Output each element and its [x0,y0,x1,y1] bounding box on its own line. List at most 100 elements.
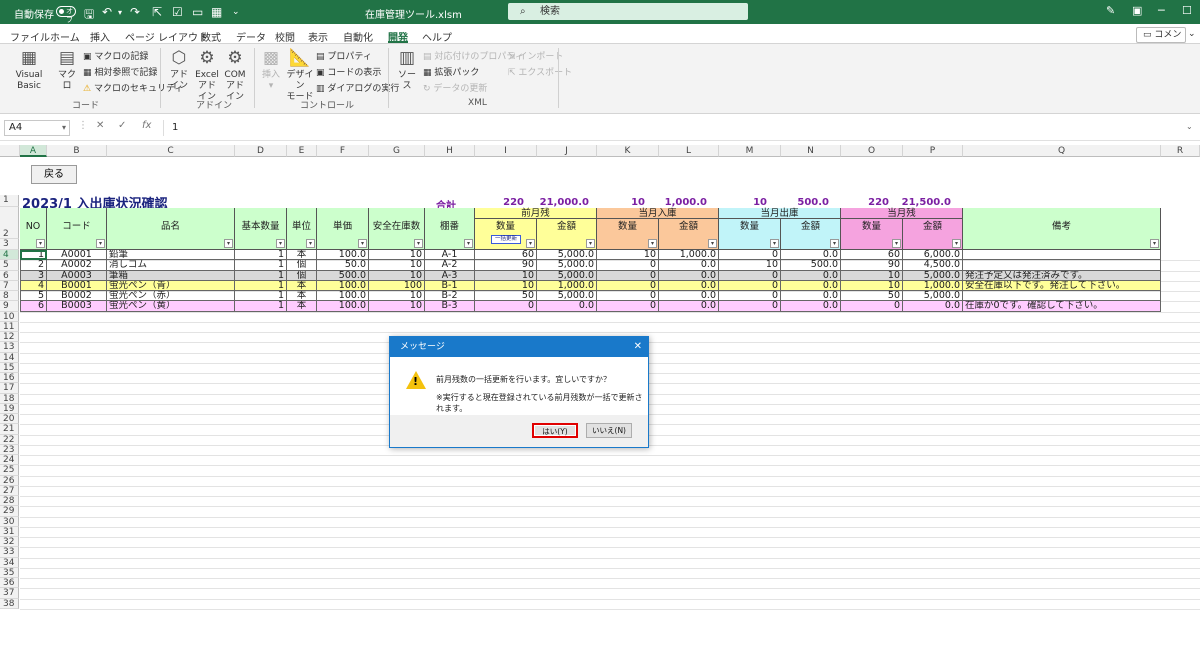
row-header-9[interactable]: 9 [0,301,19,312]
com-addin-button[interactable]: ⚙ COM アドイン [222,48,248,103]
row-header-1[interactable]: 1 [0,195,19,207]
row-header-19[interactable]: 19 [0,403,19,414]
row-header-21[interactable]: 21 [0,424,19,435]
row-header-12[interactable]: 12 [0,332,19,343]
cell-unit[interactable]: 個 [287,270,317,281]
cell-price[interactable]: 100.0 [317,291,369,302]
row-header-15[interactable]: 15 [0,362,19,373]
cell-oa[interactable]: 0.0 [781,250,841,261]
tab-page-layout[interactable]: ページ レイアウト [125,29,208,44]
row-header-29[interactable]: 29 [0,506,19,517]
cell-bq[interactable]: 0 [841,301,903,312]
row-header-26[interactable]: 26 [0,475,19,486]
cell-oa[interactable]: 0.0 [781,280,841,291]
column-header-I[interactable]: I [475,145,537,157]
column-header-P[interactable]: P [903,145,963,157]
cell-pq[interactable]: 60 [475,250,537,261]
button-control-icon[interactable]: ▭ [192,5,203,19]
filter-dropdown-icon[interactable]: ▾ [36,239,45,248]
cell-oq[interactable]: 0 [719,250,781,261]
filter-dropdown-icon[interactable]: ▾ [708,239,717,248]
export-button[interactable]: ⇱ エクスポート [508,65,572,78]
cell-base_qty[interactable]: 1 [235,250,287,261]
excel-addin-button[interactable]: ⚙ Excel アドイン [194,48,220,103]
ribbon-collapse-icon[interactable]: ⌄ [1188,29,1196,39]
cell-shelf[interactable]: B-3 [425,301,475,312]
insert-function-icon[interactable]: fx [142,120,151,131]
cell-base_qty[interactable]: 1 [235,270,287,281]
cell-ia[interactable]: 0.0 [659,301,719,312]
cell-ia[interactable]: 0.0 [659,280,719,291]
column-header-C[interactable]: C [107,145,235,157]
row-header-25[interactable]: 25 [0,465,19,476]
cell-ba[interactable]: 5,000.0 [903,291,963,302]
cell-pa[interactable]: 1,000.0 [537,280,597,291]
row-header-18[interactable]: 18 [0,393,19,404]
cell-remarks[interactable] [963,260,1161,271]
cell-pa[interactable]: 5,000.0 [537,250,597,261]
cell-ia[interactable]: 0.0 [659,260,719,271]
cell-pa[interactable]: 0.0 [537,301,597,312]
cell-oa[interactable]: 0.0 [781,291,841,302]
column-header-D[interactable]: D [235,145,287,157]
row-header-4[interactable]: 4 [0,250,19,261]
column-header-A[interactable]: A [20,145,47,157]
row-header-17[interactable]: 17 [0,383,19,394]
cell-price[interactable]: 100.0 [317,280,369,291]
tab-review[interactable]: 校閲 [275,29,295,44]
filter-dropdown-icon[interactable]: ▾ [96,239,105,248]
filter-dropdown-icon[interactable]: ▾ [224,239,233,248]
cell-no[interactable]: 6 [20,301,47,312]
record-macro-button[interactable]: ▣ マクロの記録 [83,49,148,62]
comment-button[interactable]: ▭ コメント [1136,27,1186,54]
row-header-36[interactable]: 36 [0,578,19,589]
column-header-Q[interactable]: Q [963,145,1161,157]
column-header-B[interactable]: B [47,145,107,157]
filter-dropdown-icon[interactable]: ▾ [464,239,473,248]
cell-price[interactable]: 100.0 [317,250,369,261]
pen-icon[interactable]: ✎ [1106,4,1115,17]
cell-ba[interactable]: 1,000.0 [903,280,963,291]
cell-unit[interactable]: 本 [287,291,317,302]
cell-code[interactable]: A0003 [47,270,107,281]
row-header-27[interactable]: 27 [0,485,19,496]
row-header-16[interactable]: 16 [0,373,19,384]
filter-dropdown-icon[interactable]: ▾ [526,239,535,248]
row-header-11[interactable]: 11 [0,321,19,332]
column-header-R[interactable]: R [1161,145,1200,157]
cell-price[interactable]: 50.0 [317,260,369,271]
cell-iq[interactable]: 0 [597,280,659,291]
filter-dropdown-icon[interactable]: ▾ [586,239,595,248]
cell-ia[interactable]: 1,000.0 [659,250,719,261]
tab-home[interactable]: ホーム [50,29,80,44]
refresh-data-button[interactable]: ↻ データの更新 [423,81,487,94]
column-header-N[interactable]: N [781,145,841,157]
row-header-24[interactable]: 24 [0,455,19,466]
cell-name[interactable]: 蛍光ペン（黄） [107,301,235,312]
cell-ia[interactable]: 0.0 [659,270,719,281]
visual-basic-button[interactable]: ▦ Visual Basic [6,48,52,92]
tab-file[interactable]: ファイル [10,29,50,44]
cell-code[interactable]: B0001 [47,280,107,291]
row-header-20[interactable]: 20 [0,414,19,425]
tab-view[interactable]: 表示 [308,29,328,44]
filter-dropdown-icon[interactable]: ▾ [358,239,367,248]
formula-input[interactable]: 1 [163,120,1193,136]
cell-safety[interactable]: 10 [369,270,425,281]
search-input[interactable]: ⌕ 検索 [508,3,748,20]
cell-ba[interactable]: 4,500.0 [903,260,963,271]
cell-name[interactable]: 消しゴム [107,260,235,271]
cell-unit[interactable]: 本 [287,280,317,291]
cell-pq[interactable]: 0 [475,301,537,312]
row-header-13[interactable]: 13 [0,342,19,353]
yes-button[interactable]: はい(Y) [532,423,578,438]
row-header-6[interactable]: 6 [0,270,19,281]
cell-safety[interactable]: 100 [369,280,425,291]
cell-remarks[interactable]: 安全在庫以下です。発注して下さい。 [963,280,1161,291]
cell-shelf[interactable]: A-2 [425,260,475,271]
save-icon[interactable]: 🖫 [84,5,94,26]
cell-code[interactable]: B0003 [47,301,107,312]
column-header-O[interactable]: O [841,145,903,157]
cell-shelf[interactable]: A-1 [425,250,475,261]
cell-base_qty[interactable]: 1 [235,260,287,271]
